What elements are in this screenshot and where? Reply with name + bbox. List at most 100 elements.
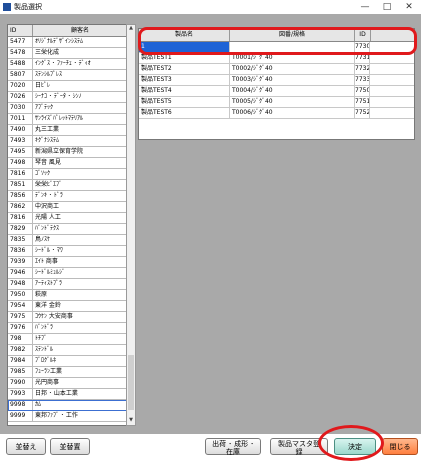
customer-code: 7851 [8,180,33,190]
customer-row[interactable]: 7816 ｺﾞｿｯｸ [8,169,127,180]
customer-name: ﾌﾞﾛｸﾞﾙﾈ [35,357,57,364]
customer-code: 7985 [8,367,33,377]
customer-code: 7490 [8,125,33,135]
customer-row[interactable]: 7982 ｽﾃﾝﾄﾞﾙ [8,345,127,356]
customer-name: 中沢商工 [35,203,60,210]
customer-row[interactable]: 7954 東洋 金鈴 [8,301,127,312]
customer-row[interactable]: 7490 丸三工業 [8,125,127,136]
close-button[interactable]: 閉じる [382,438,418,455]
customer-name: ｼｰﾄﾞﾙ ･ ﾏﾜ [35,247,63,254]
customer-row[interactable]: 7030 ｱﾌﾞﾃｯｸ [8,103,127,114]
scroll-up-icon[interactable]: ▲ [127,25,135,33]
customer-row[interactable]: 7816 光陽 人工 [8,213,127,224]
column-header-code[interactable]: ID [8,25,33,36]
product-name: 製品TEST6 [139,108,230,118]
customer-rows: 5477 ｵﾘｼﾞﾅﾙﾃﾞｻﾞｲﾝｼｽﾃﾑ 5478 三栄化成 5488 ｲﾝｸﾞｽ ･ … [8,37,127,422]
app-icon [3,3,11,11]
customer-row[interactable]: 7990 光円商事 [8,378,127,389]
customer-name: ｼｰﾄﾞﾙﾐｭﾙｼﾞ [35,269,66,276]
scroll-thumb[interactable] [128,355,134,410]
customer-name: ﾄﾁﾌﾞ [35,335,48,342]
customer-code: 5488 [8,59,33,69]
product-name: 製品TEST3 [139,75,230,85]
customer-row[interactable]: 7975 ｺｳｹﾝ 大安商事 [8,312,127,323]
customer-code: 7976 [8,323,33,333]
maximize-button[interactable]: □ [377,0,397,14]
product-row[interactable]: 製品TEST2 T0002/ｼﾞｸﾞ40 7732 [139,64,414,75]
customer-code: 7975 [8,312,33,322]
highlight-annotation [138,27,417,55]
shipping-label-line1: 出荷 ･ 成形 ･ [212,440,254,448]
customer-row[interactable]: 5488 ｲﾝｸﾞｽ ･ ﾌｧｰﾁｪ ･ ﾃﾞｨｵ [8,59,127,70]
customer-row[interactable]: 7835 鳥ﾉｽｹ [8,235,127,246]
close-window-button[interactable]: ✕ [399,0,419,14]
customer-name: 東邦ﾌｧﾌﾞ ･ 工作 [35,412,78,419]
product-id: 7733 [355,75,370,85]
customer-row[interactable]: 7984 ﾌﾞﾛｸﾞﾙﾈ [8,356,127,367]
customer-name: ｱｰﾃｨｽﾄﾌﾟﾗ [35,280,63,287]
customer-row[interactable]: 798 ﾄﾁﾌﾞ [8,334,127,345]
sort-place-button[interactable]: 並替置 [50,438,90,455]
customer-name: ﾃﾞﾝｷ ･ ﾄﾞﾗ [35,192,63,199]
shipping-stock-button[interactable]: 出荷 ･ 成形 ･ 在庫 [205,438,261,456]
customer-list-header: ID 顧客名 [8,25,127,37]
customer-row[interactable]: 7862 中沢商工 [8,202,127,213]
customer-code: 7954 [8,301,33,311]
customer-row[interactable]: 7498 琴音 風見 [8,158,127,169]
customer-code: 7856 [8,191,33,201]
minimize-button[interactable]: — [355,0,375,14]
customer-row[interactable]: 7985 ﾌｭｰﾗﾝ工業 [8,367,127,378]
work-area: ID 顧客名 5477 ｵﾘｼﾞﾅﾙﾃﾞｻﾞｲﾝｼｽﾃﾑ 5478 三栄化成 5488 ｲ… [0,14,421,434]
customer-code: 7030 [8,103,33,113]
customer-name: ｱﾌﾞﾃｯｸ [35,104,54,111]
customer-row[interactable]: 7946 ｼｰﾄﾞﾙﾐｭﾙｼﾞ [8,268,127,279]
customer-row[interactable]: 7829 ﾊﾞﾝﾄﾞﾃｸｽ [8,224,127,235]
customer-row[interactable]: 5478 三栄化成 [8,48,127,59]
product-row[interactable]: 製品TEST4 T0004/ｼﾞｸﾞ40 7750 [139,86,414,97]
customer-code: 7946 [8,268,33,278]
product-row[interactable]: 製品TEST3 T0003/ｼﾞｸﾞ40 7733 [139,75,414,86]
customer-list[interactable]: ID 顧客名 5477 ｵﾘｼﾞﾅﾙﾃﾞｻﾞｲﾝｼｽﾃﾑ 5478 三栄化成 5488 ｲ… [7,24,128,426]
customer-row[interactable]: 7011 ｻﾝﾗｲｽﾞﾊﾟﾚｯﾄﾏﾃﾘｱﾙ [8,114,127,125]
product-row[interactable]: 製品TEST6 T0006/ｼﾞｸﾞ40 7752 [139,108,414,119]
customer-name: 丸三工業 [35,126,60,133]
product-name: 製品TEST5 [139,97,230,107]
scroll-down-icon[interactable]: ▼ [127,417,135,425]
customer-row[interactable]: 9998 ｶﾑ [8,400,127,411]
customer-name: ｴｲﾄ 商事 [35,258,58,265]
customer-code: 7020 [8,81,33,91]
customer-code: 7495 [8,147,33,157]
customer-row[interactable]: 7950 萩原 [8,290,127,301]
customer-code: 5477 [8,37,33,47]
sort-button[interactable]: 並替え [6,438,46,455]
customer-row[interactable]: 7948 ｱｰﾃｨｽﾄﾌﾟﾗ [8,279,127,290]
customer-row[interactable]: 7851 栄栄ﾋﾞｴﾌﾞ [8,180,127,191]
customer-code: 7984 [8,356,33,366]
customer-code: 7836 [8,246,33,256]
customer-row[interactable]: 5807 ｽﾃﾝｼﾙﾌﾟﾚｽ [8,70,127,81]
customer-code: 7990 [8,378,33,388]
customer-row[interactable]: 7856 ﾃﾞﾝｷ ･ ﾄﾞﾗ [8,191,127,202]
customer-row[interactable]: 7493 ｷｸﾞﾅｼｽﾃﾑ [8,136,127,147]
column-header-name[interactable]: 顧客名 [33,25,127,36]
customer-list-scrollbar[interactable]: ▲ ▼ [126,24,136,426]
customer-row[interactable]: 7939 ｴｲﾄ 商事 [8,257,127,268]
customer-name: ｺﾞｿｯｸ [35,170,51,177]
customer-code: 7862 [8,202,33,212]
customer-row[interactable]: 7026 ｼｰﾅｺ ･ ﾃﾞｰﾀ ･ ｼﾝﾉ [8,92,127,103]
customer-row[interactable]: 5477 ｵﾘｼﾞﾅﾙﾃﾞｻﾞｲﾝｼｽﾃﾑ [8,37,127,48]
customer-code: 5807 [8,70,33,80]
customer-name: ｲﾝｸﾞｽ ･ ﾌｧｰﾁｪ ･ ﾃﾞｨｵ [35,60,91,67]
customer-row[interactable]: 7495 新潟県立保育学院 [8,147,127,158]
customer-name: 日ﾋﾟﾚ [35,82,51,89]
product-name: 製品TEST2 [139,64,230,74]
customer-code: 7939 [8,257,33,267]
customer-row[interactable]: 7993 日邦 ･ 山本工業 [8,389,127,400]
customer-name: ｽﾃﾝｼﾙﾌﾟﾚｽ [35,71,63,78]
customer-row[interactable]: 7976 ﾊﾞﾝﾄﾞﾗ [8,323,127,334]
customer-row[interactable]: 7020 日ﾋﾟﾚ [8,81,127,92]
product-row[interactable]: 製品TEST5 T0005/ｼﾞｸﾞ40 7751 [139,97,414,108]
customer-row[interactable]: 9999 東邦ﾌｧﾌﾞ ･ 工作 [8,411,127,422]
customer-row[interactable]: 7836 ｼｰﾄﾞﾙ ･ ﾏﾜ [8,246,127,257]
customer-name: 琴音 風見 [35,159,61,166]
